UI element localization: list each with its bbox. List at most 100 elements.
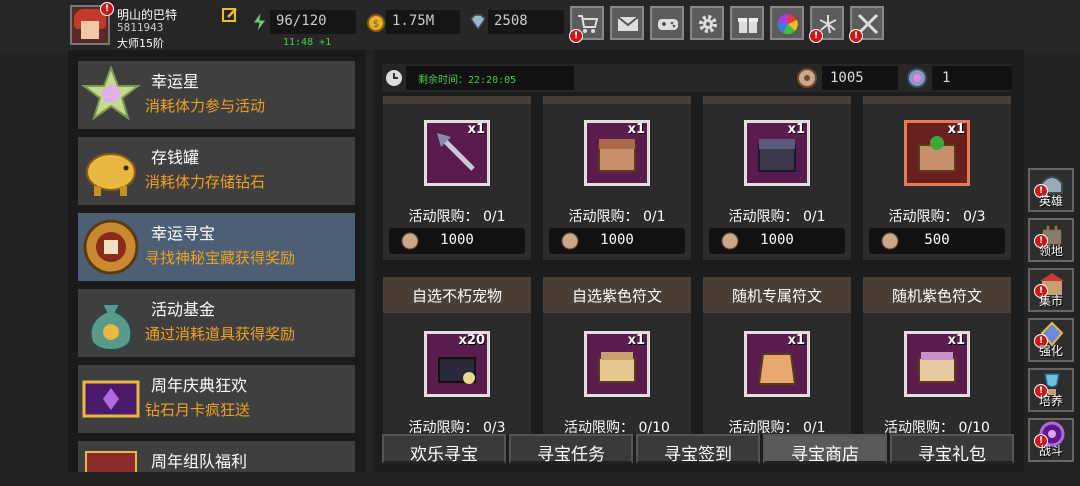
side-menu-label: 领地 xyxy=(1038,244,1063,258)
shop-item-card[interactable]: x1 活动限购： 0/1 1000 xyxy=(543,96,691,260)
side-menu-cultivate[interactable]: ! 培养 xyxy=(1028,368,1074,412)
event-title: 周年庆典狂欢 xyxy=(151,376,248,395)
price-button[interactable]: 1000 xyxy=(389,228,525,254)
event-item-anniversary[interactable]: 周年庆典狂欢 钻石月卡疯狂送 xyxy=(78,365,355,433)
event-title: 周年组队福利 xyxy=(151,452,248,471)
tab-label: 寻宝礼包 xyxy=(918,445,986,465)
price-button[interactable]: 1000 xyxy=(709,228,845,254)
timer-box: 剩余时间：22:20:05 xyxy=(406,66,574,90)
side-menu-label: 战斗 xyxy=(1038,444,1063,458)
price-button[interactable]: 1000 xyxy=(549,228,685,254)
event-desc: 通过消耗道具获得奖励 xyxy=(145,325,296,343)
event-item-team-welfare[interactable]: 周年组队福利 xyxy=(78,441,355,472)
purchase-limit: 活动限购： 0/1 xyxy=(408,209,506,225)
fireworks-alert-badge: ! xyxy=(809,29,823,43)
event-title: 活动基金 xyxy=(151,300,216,319)
gold-display: 1.75M xyxy=(386,10,460,34)
event-title: 幸运寻宝 xyxy=(151,224,216,243)
price-value: 1000 xyxy=(440,232,474,248)
purchase-limit: 活动限购： 0/1 xyxy=(568,209,666,225)
shop-item-icon: x1 xyxy=(904,331,970,397)
shop-item-card[interactable]: x1 活动限购： 0/1 1000 xyxy=(703,96,851,260)
gear-icon xyxy=(699,15,717,33)
item-quantity: x1 xyxy=(787,333,805,348)
side-menu-heroes[interactable]: ! 英雄 xyxy=(1028,168,1074,212)
shop-item-icon: x1 xyxy=(904,120,970,186)
edit-icon[interactable] xyxy=(222,7,238,23)
shop-item-header: 自选紫色符文 xyxy=(543,277,691,313)
shop-item-card[interactable]: 自选紫色符文 x1 活动限购： 0/10 xyxy=(543,277,691,434)
clock-icon xyxy=(386,70,402,86)
player-rank: 大师15阶 xyxy=(117,37,164,50)
event-item-lucky-star[interactable]: 幸运星 消耗体力参与活动 xyxy=(78,61,355,129)
shop-item-header xyxy=(863,96,1011,104)
ticket-icon xyxy=(907,68,927,88)
battle-button[interactable]: ! xyxy=(849,6,884,43)
avatar-alert-badge: ! xyxy=(100,2,114,16)
gift-button[interactable] xyxy=(730,6,764,40)
side-menu-territory[interactable]: ! 领地 xyxy=(1028,218,1074,262)
shop-item-card[interactable]: 自选不朽宠物 x20 活动限购： 0/3 xyxy=(383,277,531,434)
money-bag-icon xyxy=(89,303,133,352)
stamina-display: 96/120 xyxy=(270,10,356,34)
side-menu-enhance[interactable]: ! 强化 xyxy=(1028,318,1074,362)
shop-cart-button[interactable]: ! xyxy=(569,6,604,43)
tab-treasure-checkin[interactable]: 寻宝签到 xyxy=(636,434,760,465)
shop-item-card[interactable]: 随机专属符文 x1 活动限购： 0/1 xyxy=(703,277,851,434)
side-menu-label: 强化 xyxy=(1038,344,1063,358)
tab-label: 欢乐寻宝 xyxy=(410,445,478,465)
shop-item-icon: x1 xyxy=(584,120,650,186)
item-quantity: x1 xyxy=(787,122,805,137)
tab-treasure-shop[interactable]: 寻宝商店 xyxy=(763,434,887,465)
mail-icon xyxy=(617,16,639,31)
shop-item-header xyxy=(543,96,691,104)
gems-value: 2508 xyxy=(494,13,528,29)
event-title: 存钱罐 xyxy=(151,148,200,167)
gold-value: 1.75M xyxy=(392,13,435,29)
purchase-limit: 活动限购： 0/1 xyxy=(728,209,826,225)
shop-item-header: 自选不朽宠物 xyxy=(383,277,531,313)
color-wheel-button[interactable] xyxy=(770,6,804,40)
purchase-limit: 活动限购： 0/10 xyxy=(564,420,670,434)
gamepad-button[interactable] xyxy=(650,6,684,40)
shop-item-icon: x1 xyxy=(584,331,650,397)
bottom-tab-bar: 欢乐寻宝 寻宝任务 寻宝签到 寻宝商店 寻宝礼包 xyxy=(382,434,1014,465)
shop-item-title: 自选紫色符文 xyxy=(571,287,662,305)
event-desc: 寻找神秘宝藏获得奖励 xyxy=(145,249,296,267)
shop-item-card[interactable]: x1 活动限购： 0/3 500 xyxy=(863,96,1011,260)
side-menu-market[interactable]: ! 集市 xyxy=(1028,268,1074,312)
event-item-lucky-treasure[interactable]: 幸运寻宝 寻找神秘宝藏获得奖励 xyxy=(78,213,355,281)
side-menu-battle[interactable]: ! 战斗 xyxy=(1028,418,1074,462)
mail-button[interactable] xyxy=(610,6,644,40)
tab-treasure-pack[interactable]: 寻宝礼包 xyxy=(890,434,1014,465)
event-desc: 消耗体力参与活动 xyxy=(145,97,266,115)
fireworks-button[interactable]: ! xyxy=(809,6,844,43)
settings-button[interactable] xyxy=(690,6,724,40)
shop-item-icon: x1 xyxy=(424,120,490,186)
shop-item-card[interactable]: x1 活动限购： 0/1 1000 xyxy=(383,96,531,260)
event-item-fund[interactable]: 活动基金 通过消耗道具获得奖励 xyxy=(78,289,355,357)
player-id: 5811943 xyxy=(117,21,164,34)
tab-happy-treasure[interactable]: 欢乐寻宝 xyxy=(382,434,506,465)
tab-treasure-tasks[interactable]: 寻宝任务 xyxy=(509,434,633,465)
shop-item-card[interactable]: 随机紫色符文 x1 活动限购： 0/10 xyxy=(863,277,1011,434)
event-item-piggy-bank[interactable]: 存钱罐 消耗体力存储钻石 xyxy=(78,137,355,205)
event-title: 幸运星 xyxy=(151,72,200,91)
ticket-count: 1 xyxy=(942,70,951,86)
item-quantity: x20 xyxy=(458,333,485,348)
anniversary-card-icon xyxy=(82,380,140,418)
shop-item-icon: x1 xyxy=(744,120,810,186)
shop-item-title: 随机紫色符文 xyxy=(891,287,982,305)
shop-item-title: 自选不朽宠物 xyxy=(411,287,502,305)
top-bar: ! 明山的巴特 5811943 大师15阶 96/120 11:48 +1 $ … xyxy=(0,0,1080,50)
team-welfare-icon xyxy=(85,451,137,472)
price-button[interactable]: 500 xyxy=(869,228,1005,254)
stamina-value: 96/120 xyxy=(276,13,327,29)
event-desc: 消耗体力存储钻石 xyxy=(145,173,266,191)
stamina-timer: 11:48 +1 xyxy=(283,37,332,48)
item-quantity: x1 xyxy=(947,333,965,348)
gold-coin-icon: $ xyxy=(367,14,385,32)
treasure-coin-icon xyxy=(797,68,817,88)
shop-item-icon: x1 xyxy=(744,331,810,397)
remaining-time: 剩余时间：22:20:05 xyxy=(418,75,517,86)
